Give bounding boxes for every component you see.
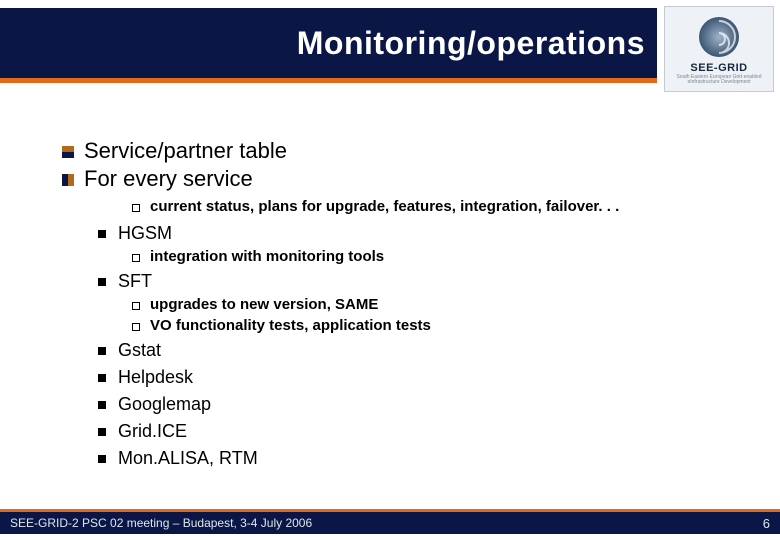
slide: Monitoring/operations SEE-GRID South Eas…: [0, 0, 780, 540]
subbullet-hgsm-integration: integration with monitoring tools: [132, 248, 722, 265]
bullet-gstat: Gstat: [98, 340, 722, 361]
bullet-group-remaining: Gstat Helpdesk Googlemap Grid.ICE Mon.AL…: [62, 340, 722, 469]
bullet-googlemap: Googlemap: [98, 394, 722, 415]
bullet-text: For every service: [84, 166, 253, 192]
bullet-sft: SFT: [98, 271, 722, 292]
bullet-helpdesk: Helpdesk: [98, 367, 722, 388]
bullet-text: SFT: [118, 271, 152, 292]
bullet-for-every-service: For every service: [62, 166, 722, 192]
subbullet-text: upgrades to new version, SAME: [150, 296, 378, 313]
logo-label: SEE-GRID: [690, 62, 747, 74]
page-number: 6: [763, 516, 770, 531]
subbullet-sft-upgrades: upgrades to new version, SAME: [132, 296, 722, 313]
bullet-gridice: Grid.ICE: [98, 421, 722, 442]
hollow-square-icon: [132, 204, 140, 212]
square-icon: [98, 428, 106, 436]
square-icon: [98, 278, 106, 286]
bullet-text: Service/partner table: [84, 138, 287, 164]
hollow-square-icon: [132, 254, 140, 262]
bullet-monalisa: Mon.ALISA, RTM: [98, 448, 722, 469]
slide-content: Service/partner table For every service …: [62, 138, 722, 469]
bullet-service-partner: Service/partner table: [62, 138, 722, 164]
bullet-marker-icon: [62, 174, 74, 186]
slide-header: Monitoring/operations SEE-GRID South Eas…: [0, 0, 780, 98]
subbullet-text: VO functionality tests, application test…: [150, 317, 431, 334]
bullet-marker-icon: [62, 146, 74, 158]
hollow-square-icon: [132, 302, 140, 310]
bullet-text: Mon.ALISA, RTM: [118, 448, 258, 469]
swirl-icon: [695, 13, 743, 61]
logo-subtitle: South Eastern European Grid-enabled eInf…: [669, 75, 769, 86]
slide-title: Monitoring/operations: [297, 25, 645, 62]
header-accent-rule: [0, 78, 657, 83]
bullet-text: Grid.ICE: [118, 421, 187, 442]
subbullet-current-status: current status, plans for upgrade, featu…: [132, 198, 722, 215]
square-icon: [98, 374, 106, 382]
bullet-text: Gstat: [118, 340, 161, 361]
square-icon: [98, 455, 106, 463]
bullet-text: Googlemap: [118, 394, 211, 415]
square-icon: [98, 347, 106, 355]
bullet-text: Helpdesk: [118, 367, 193, 388]
square-icon: [98, 230, 106, 238]
hollow-square-icon: [132, 323, 140, 331]
logo-box: SEE-GRID South Eastern European Grid-ena…: [664, 6, 774, 92]
title-bar: Monitoring/operations: [0, 8, 657, 78]
subbullet-text: integration with monitoring tools: [150, 248, 384, 265]
bullet-text: HGSM: [118, 223, 172, 244]
footer-text: SEE-GRID-2 PSC 02 meeting – Budapest, 3-…: [10, 516, 312, 530]
slide-footer: SEE-GRID-2 PSC 02 meeting – Budapest, 3-…: [0, 512, 780, 534]
bullet-hgsm: HGSM: [98, 223, 722, 244]
subbullet-sft-vo: VO functionality tests, application test…: [132, 317, 722, 334]
square-icon: [98, 401, 106, 409]
subbullet-text: current status, plans for upgrade, featu…: [150, 198, 619, 215]
